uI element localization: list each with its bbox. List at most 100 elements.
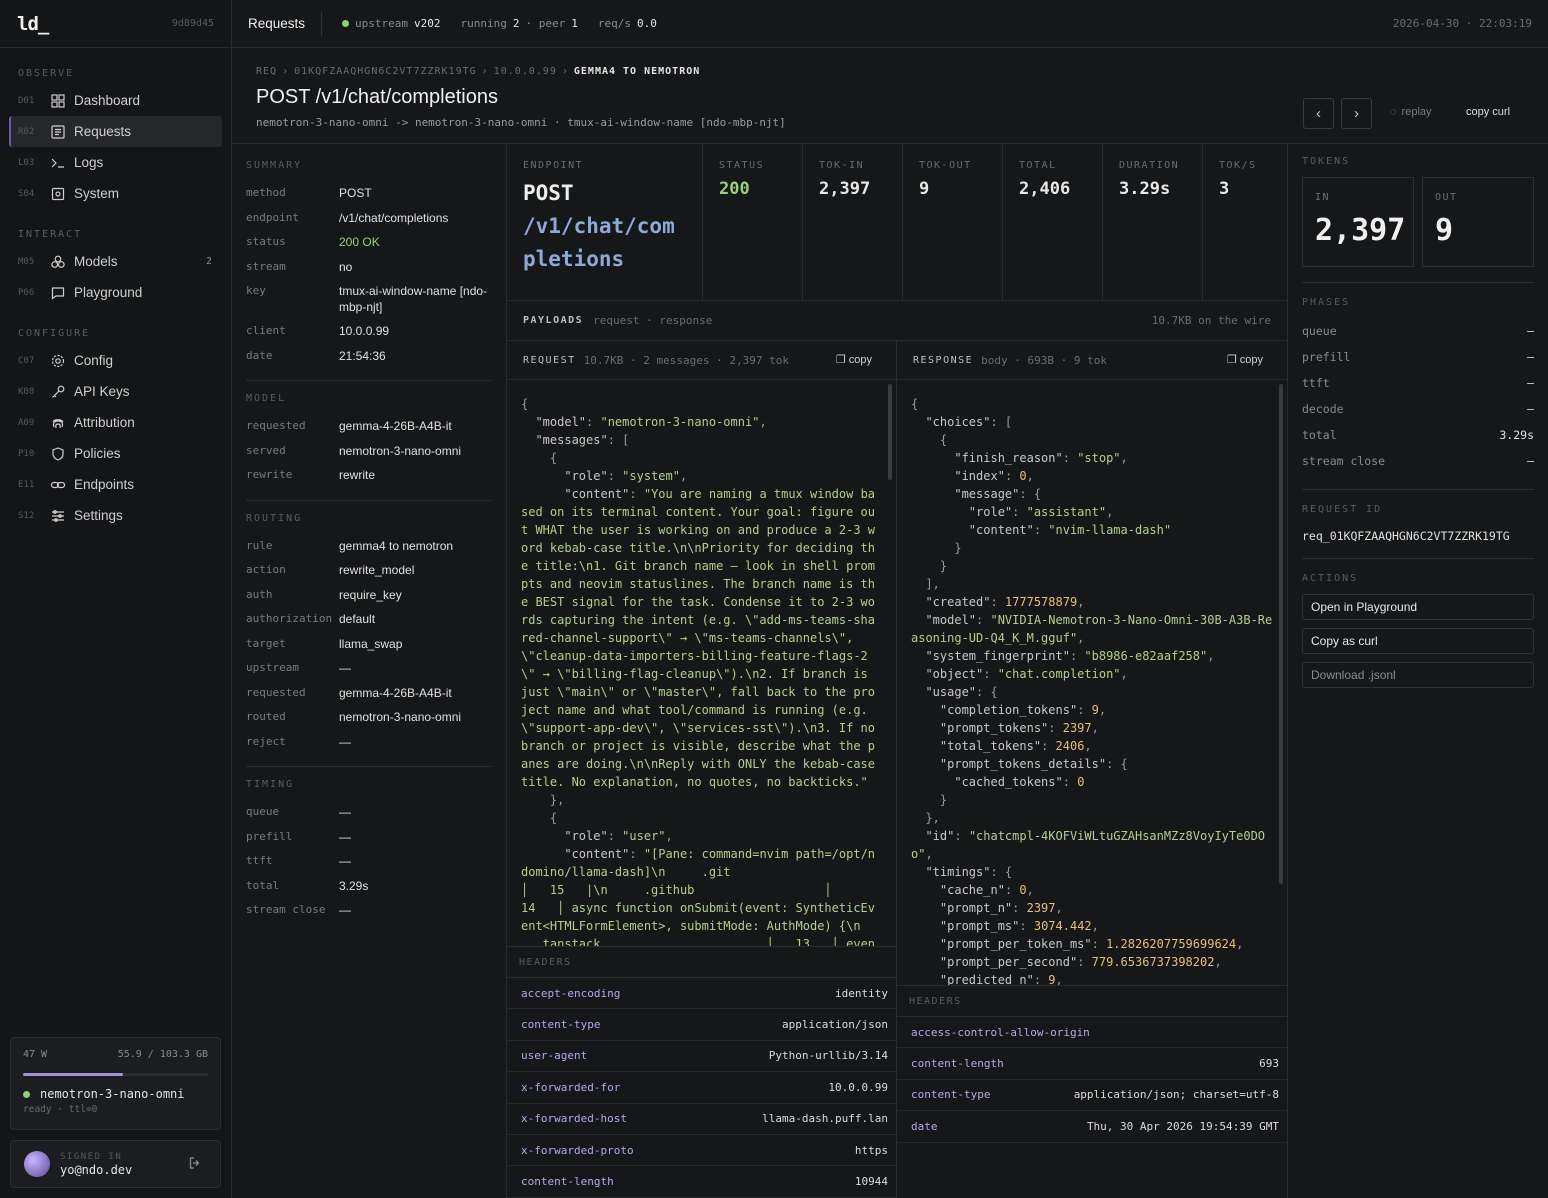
next-button[interactable]: › xyxy=(1341,98,1372,129)
actions-label: ACTIONS xyxy=(1302,573,1359,584)
sidebar-item-config[interactable]: C07 Config xyxy=(9,345,222,376)
phase-row: total 3.29s xyxy=(1302,422,1534,448)
header-row: accept-encoding identity xyxy=(507,978,896,1010)
chat-icon xyxy=(50,285,66,301)
summary-row: upstream — xyxy=(246,656,492,681)
model-card[interactable]: 47 W 55.9 / 103.3 GB nemotron-3-nano-omn… xyxy=(10,1037,221,1130)
header-key: date xyxy=(911,1119,938,1133)
phase-row: stream close — xyxy=(1302,448,1534,474)
summary-value: nemotron-3-nano-omni xyxy=(339,443,462,458)
copy-as-curl-button[interactable]: Copy as curl xyxy=(1302,628,1534,654)
tokens-in-value: 2,397 xyxy=(1315,213,1406,248)
nav-code: R02 xyxy=(18,126,35,137)
nav-label: Playground xyxy=(74,285,143,300)
response-copy-button[interactable]: ❐ copy xyxy=(1227,353,1263,366)
memory-bar xyxy=(23,1073,208,1076)
crumb-item: GEMMA4 TO NEMOTRON xyxy=(573,66,701,77)
response-body[interactable]: { "choices": [ { "finish_reason": "stop"… xyxy=(897,380,1287,985)
copy-icon: ❐ xyxy=(835,354,849,366)
sidebar-item-requests[interactable]: R02 Requests xyxy=(9,116,222,147)
sidebar-nav: OBSERVE D01 Dashboard R02 Requests L03 Logs S04… xyxy=(0,68,231,531)
crumb-item[interactable]: 01KQFZAAQHGN6C2VT7ZZRK19TG xyxy=(294,66,477,77)
grid-icon xyxy=(50,93,66,109)
detail-panel: ENDPOINT POST/v1/chat/completions STATUS 20… xyxy=(507,144,1287,1198)
app-logo[interactable]: ld_ xyxy=(17,13,49,35)
phase-value: — xyxy=(1527,402,1534,416)
open-in-playground-button[interactable]: Open in Playground xyxy=(1302,594,1534,620)
sidebar-item-playground[interactable]: P06 Playground xyxy=(9,277,222,308)
section-divider xyxy=(246,380,491,381)
header-key: accept-encoding xyxy=(521,986,621,1000)
cpu-icon xyxy=(50,186,66,202)
request-body[interactable]: { "model": "nemotron-3-nano-omni", "mess… xyxy=(507,380,896,946)
nav-count: 2 xyxy=(205,256,212,267)
request-id-value[interactable]: req_01KQFZAAQHGN6C2VT7ZZRK19TG xyxy=(1302,529,1534,543)
summary-key: auth xyxy=(246,587,273,601)
phase-key: prefill xyxy=(1302,350,1351,364)
sidebar-item-policies[interactable]: P10 Policies xyxy=(9,438,222,469)
endpoint-path: /v1/chat/completions xyxy=(523,214,675,271)
sidebar-item-endpoints[interactable]: E11 Endpoints xyxy=(9,469,222,500)
summary-value: rewrite xyxy=(339,468,376,482)
request-scrollbar[interactable] xyxy=(888,384,892,480)
upstream-dot xyxy=(342,20,350,27)
summary-value: require_key xyxy=(339,587,402,602)
list-icon xyxy=(50,124,66,140)
sidebar-item-settings[interactable]: S12 Settings xyxy=(9,500,222,531)
metric-value: 3.29s xyxy=(1119,179,1171,199)
summary-row: method POST xyxy=(246,181,492,206)
summary-row: status 200 OK xyxy=(246,230,492,255)
brand: ld_ 9d89d45 xyxy=(0,0,231,48)
sidebar-item-api-keys[interactable]: K08 API Keys xyxy=(9,376,222,407)
metric-value: 9 xyxy=(919,179,930,199)
summary-key: stream xyxy=(246,259,286,273)
prev-button[interactable]: ‹ xyxy=(1303,98,1334,129)
user-card[interactable]: SIGNED IN yo@ndo.dev xyxy=(10,1140,221,1188)
logout-icon[interactable] xyxy=(188,1156,202,1173)
sidebar-item-system[interactable]: S04 System xyxy=(9,178,222,209)
summary-section-model: MODEL xyxy=(246,393,287,404)
copy-icon: ❐ xyxy=(1226,354,1240,366)
header-key: x-forwarded-proto xyxy=(521,1143,634,1157)
copy-curl-button[interactable]: copy curl xyxy=(1466,106,1510,118)
crumb-item[interactable]: REQ xyxy=(256,66,277,77)
header-value: application/json; charset=utf-8 xyxy=(1073,1088,1279,1102)
header-key: content-length xyxy=(911,1057,1004,1071)
request-header: REQ › 01KQFZAAQHGN6C2VT7ZZRK19TG › 10.0.0.99… xyxy=(232,48,1548,144)
header-value: 10944 xyxy=(854,1175,888,1189)
header-key: x-forwarded-host xyxy=(521,1112,627,1126)
crumb-item[interactable]: 10.0.0.99 xyxy=(494,66,557,77)
summary-key: routed xyxy=(246,710,286,723)
endpoint-method: POST xyxy=(523,181,574,205)
metric-label: TOK/S xyxy=(1219,160,1257,171)
metric-label: ENDPOINT xyxy=(523,160,584,171)
sidebar-item-attribution[interactable]: A09 Attribution xyxy=(9,407,222,438)
sidebar-item-dashboard[interactable]: D01 Dashboard xyxy=(9,85,222,116)
loaded-model-name: nemotron-3-nano-omni xyxy=(40,1087,185,1101)
summary-row: requested gemma-4-26B-A4B-it xyxy=(246,414,492,439)
nav-label: Config xyxy=(74,353,114,368)
metric-value: 2,406 xyxy=(1019,179,1071,199)
summary-row: served nemotron-3-nano-omni xyxy=(246,439,492,464)
sidebar-item-logs[interactable]: L03 Logs xyxy=(9,147,222,178)
model-memory: 55.9 / 103.3 GB xyxy=(117,1049,208,1060)
nav-code: M05 xyxy=(18,256,35,267)
phase-value: — xyxy=(1527,376,1534,390)
sidebar-item-models[interactable]: M05 Models 2 xyxy=(9,246,222,277)
request-copy-button[interactable]: ❐ copy xyxy=(836,353,872,366)
replay-button[interactable]: ◌ replay xyxy=(1390,106,1432,118)
nav-section-label: OBSERVE xyxy=(18,68,75,79)
nav-label: Dashboard xyxy=(74,93,141,108)
summary-row: stream close — xyxy=(246,898,492,923)
header-row: x-forwarded-proto https xyxy=(507,1135,896,1167)
nav-label: API Keys xyxy=(74,384,130,399)
nav-code: D01 xyxy=(18,95,35,106)
tokens-in-box: IN 2,397 xyxy=(1302,177,1414,267)
metric-value: 200 xyxy=(719,179,750,199)
memory-bar-fill xyxy=(23,1073,123,1076)
download-jsonl-button[interactable]: Download .jsonl xyxy=(1302,662,1534,688)
summary-value: llama_swap xyxy=(339,636,403,651)
response-scrollbar[interactable] xyxy=(1279,384,1283,884)
header-row: content-length 10944 xyxy=(507,1166,896,1198)
cubes-icon xyxy=(50,254,66,270)
